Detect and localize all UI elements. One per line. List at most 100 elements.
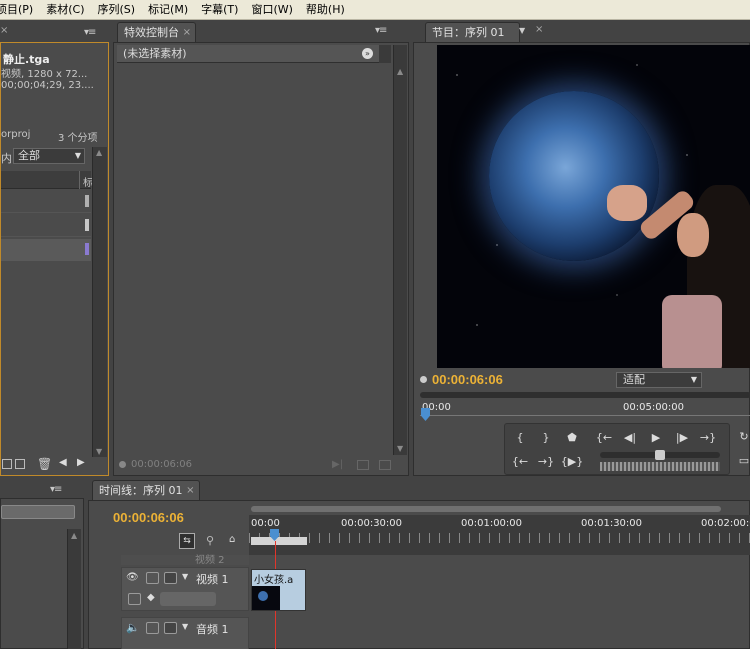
chevron-down-icon: ▼	[74, 151, 81, 160]
panel-menu-icon[interactable]: ▾≡	[375, 25, 387, 36]
shuttle-slider[interactable]	[600, 450, 720, 460]
close-icon[interactable]: ×	[0, 25, 8, 36]
ruler-line	[420, 415, 750, 416]
go-to-prev-edit-icon[interactable]: {←	[508, 452, 532, 472]
scroll-down-icon[interactable]: ▼	[96, 447, 102, 456]
scroll-up-icon[interactable]: ▲	[397, 67, 403, 76]
list-header[interactable]	[1, 171, 91, 189]
monitor-zoom-bar[interactable]	[420, 392, 750, 398]
loop-icon[interactable]: ↻	[732, 427, 750, 447]
export-icon[interactable]	[379, 460, 391, 470]
collapse-icon[interactable]: ▼	[182, 572, 188, 581]
timeline-timecode[interactable]: 00:00:06:06	[113, 510, 184, 525]
left-scrollbar[interactable]: ▲	[67, 529, 81, 649]
menu-project[interactable]: 项目(P)	[0, 0, 40, 19]
close-icon[interactable]: ×	[183, 23, 191, 42]
lock-icon[interactable]	[164, 572, 177, 584]
film-icon[interactable]	[146, 572, 159, 584]
mark-out-icon[interactable]: }	[534, 428, 558, 448]
tab-timeline[interactable]: 时间线：序列 01 ×	[92, 480, 200, 500]
new-bin-icon[interactable]	[2, 459, 12, 469]
lock-icon[interactable]	[164, 622, 177, 634]
shuttle-handle[interactable]	[655, 450, 665, 460]
set-marker-icon[interactable]: ⬟	[560, 428, 584, 448]
tab-program[interactable]: 节目：序列 01	[425, 22, 520, 42]
go-to-out-icon[interactable]: →}	[696, 428, 720, 448]
list-item[interactable]	[1, 215, 91, 237]
go-to-in-icon[interactable]: {←	[592, 428, 616, 448]
marker-icon[interactable]: ⌂	[229, 534, 235, 545]
mark-in-icon[interactable]: {	[508, 428, 532, 448]
menu-marker[interactable]: 标记(M)	[142, 0, 195, 19]
effect-scrollbar[interactable]: ▲ ▼	[393, 45, 407, 455]
play-audio-icon[interactable]: ▶|	[332, 459, 343, 470]
collapse-icon[interactable]: ▼	[182, 622, 188, 631]
list-item[interactable]	[1, 191, 91, 213]
video2-track-header: 视频 2	[121, 555, 249, 566]
display-style-icon[interactable]	[128, 593, 141, 605]
panel-menu-icon[interactable]: ▾≡	[50, 484, 62, 495]
scroll-down-icon[interactable]: ▼	[397, 444, 403, 453]
project-tab-strip: × ▾≡	[0, 24, 109, 42]
playhead-icon[interactable]	[421, 408, 430, 421]
fit-dropdown[interactable]: 适配 ▼	[616, 372, 702, 388]
menu-sequence[interactable]: 序列(S)	[91, 0, 142, 19]
no-clip-bar: (未选择素材) »	[117, 45, 379, 63]
arrow-left-icon[interactable]: ◀	[59, 457, 67, 468]
loop-icon[interactable]	[357, 460, 369, 470]
menu-clip[interactable]: 素材(C)	[40, 0, 91, 19]
header-spacer	[379, 45, 391, 63]
step-back-icon[interactable]: ◀|	[618, 428, 642, 448]
play-icon[interactable]: ▶	[644, 428, 668, 448]
safe-margins-icon[interactable]: ▭	[732, 451, 750, 471]
timeline-panel: 00:00:06:06 ⇆ ⚲ ⌂ 00:00 00:00:30:00 00:0…	[88, 500, 750, 649]
keyframe-icon[interactable]: ◆	[147, 592, 155, 603]
timeline-zoom-bar[interactable]	[251, 506, 721, 512]
play-in-to-out-icon[interactable]: {▶}	[560, 452, 584, 472]
video2-label: 视频 2	[195, 555, 225, 566]
jog-wheel[interactable]	[600, 462, 720, 471]
clip-info: 视频, 1280 x 72...	[1, 69, 88, 80]
project-scrollbar[interactable]: ▲ ▼	[92, 147, 107, 457]
list-item-selected[interactable]	[1, 239, 91, 261]
ruler-label: 00:00:30:00	[341, 518, 403, 529]
clip-label: 小女孩.a	[254, 575, 294, 586]
sequence-dropdown-icon[interactable]: ▼	[519, 26, 531, 38]
tab-program-label: 节目：序列 01	[432, 26, 505, 39]
timeline-container: 时间线：序列 01 × 00:00:06:06 ⇆ ⚲ ⌂ 00:00 00:0…	[88, 480, 750, 649]
menu-window[interactable]: 窗口(W)	[245, 0, 299, 19]
program-timecode[interactable]: 00:00:06:06	[432, 372, 503, 387]
new-item-icon[interactable]	[15, 459, 25, 469]
go-to-next-edit-icon[interactable]: →}	[534, 452, 558, 472]
trash-icon[interactable]: 🗑	[37, 457, 52, 471]
set-marker-icon[interactable]: ⚲	[206, 534, 214, 547]
project-file-name: orproj	[1, 129, 31, 140]
audio1-label: 音频 1	[196, 623, 229, 636]
menu-title[interactable]: 字幕(T)	[195, 0, 245, 19]
close-icon[interactable]: ×	[535, 24, 543, 35]
speaker-icon[interactable]: 🔈	[126, 621, 140, 634]
snap-icon[interactable]: ⇆	[179, 533, 195, 549]
tab-effect-controls[interactable]: 特效控制台 ×	[117, 22, 196, 42]
ruler-ticks	[249, 533, 750, 543]
menu-help[interactable]: 帮助(H)	[300, 0, 352, 19]
search-input[interactable]	[1, 505, 75, 519]
eye-icon[interactable]: 👁	[126, 572, 139, 584]
arrow-right-icon[interactable]: ▶	[77, 457, 85, 468]
keyframe-nav[interactable]	[160, 592, 216, 606]
hand	[607, 185, 647, 221]
close-icon[interactable]: ×	[186, 481, 194, 500]
ruler-label: 00:01:00:00	[461, 518, 523, 529]
panel-menu-icon[interactable]: ▾≡	[84, 27, 96, 38]
forward-icon[interactable]: »	[362, 48, 373, 59]
audio-wave-icon[interactable]	[146, 622, 159, 634]
program-monitor-container: 节目：序列 01 ▼ × 00:00:06:06 适配 ▼ 00:00 00:0…	[413, 22, 750, 476]
fit-label: 适配	[623, 373, 645, 386]
scroll-up-icon[interactable]: ▲	[71, 531, 77, 540]
left-bottom-panel: ▲	[0, 498, 84, 649]
scroll-up-icon[interactable]: ▲	[96, 148, 102, 157]
filter-dropdown[interactable]: 全部 ▼	[13, 148, 85, 164]
work-area-bar[interactable]	[251, 537, 307, 545]
step-forward-icon[interactable]: |▶	[670, 428, 694, 448]
video-clip[interactable]: 小女孩.a	[251, 569, 306, 611]
